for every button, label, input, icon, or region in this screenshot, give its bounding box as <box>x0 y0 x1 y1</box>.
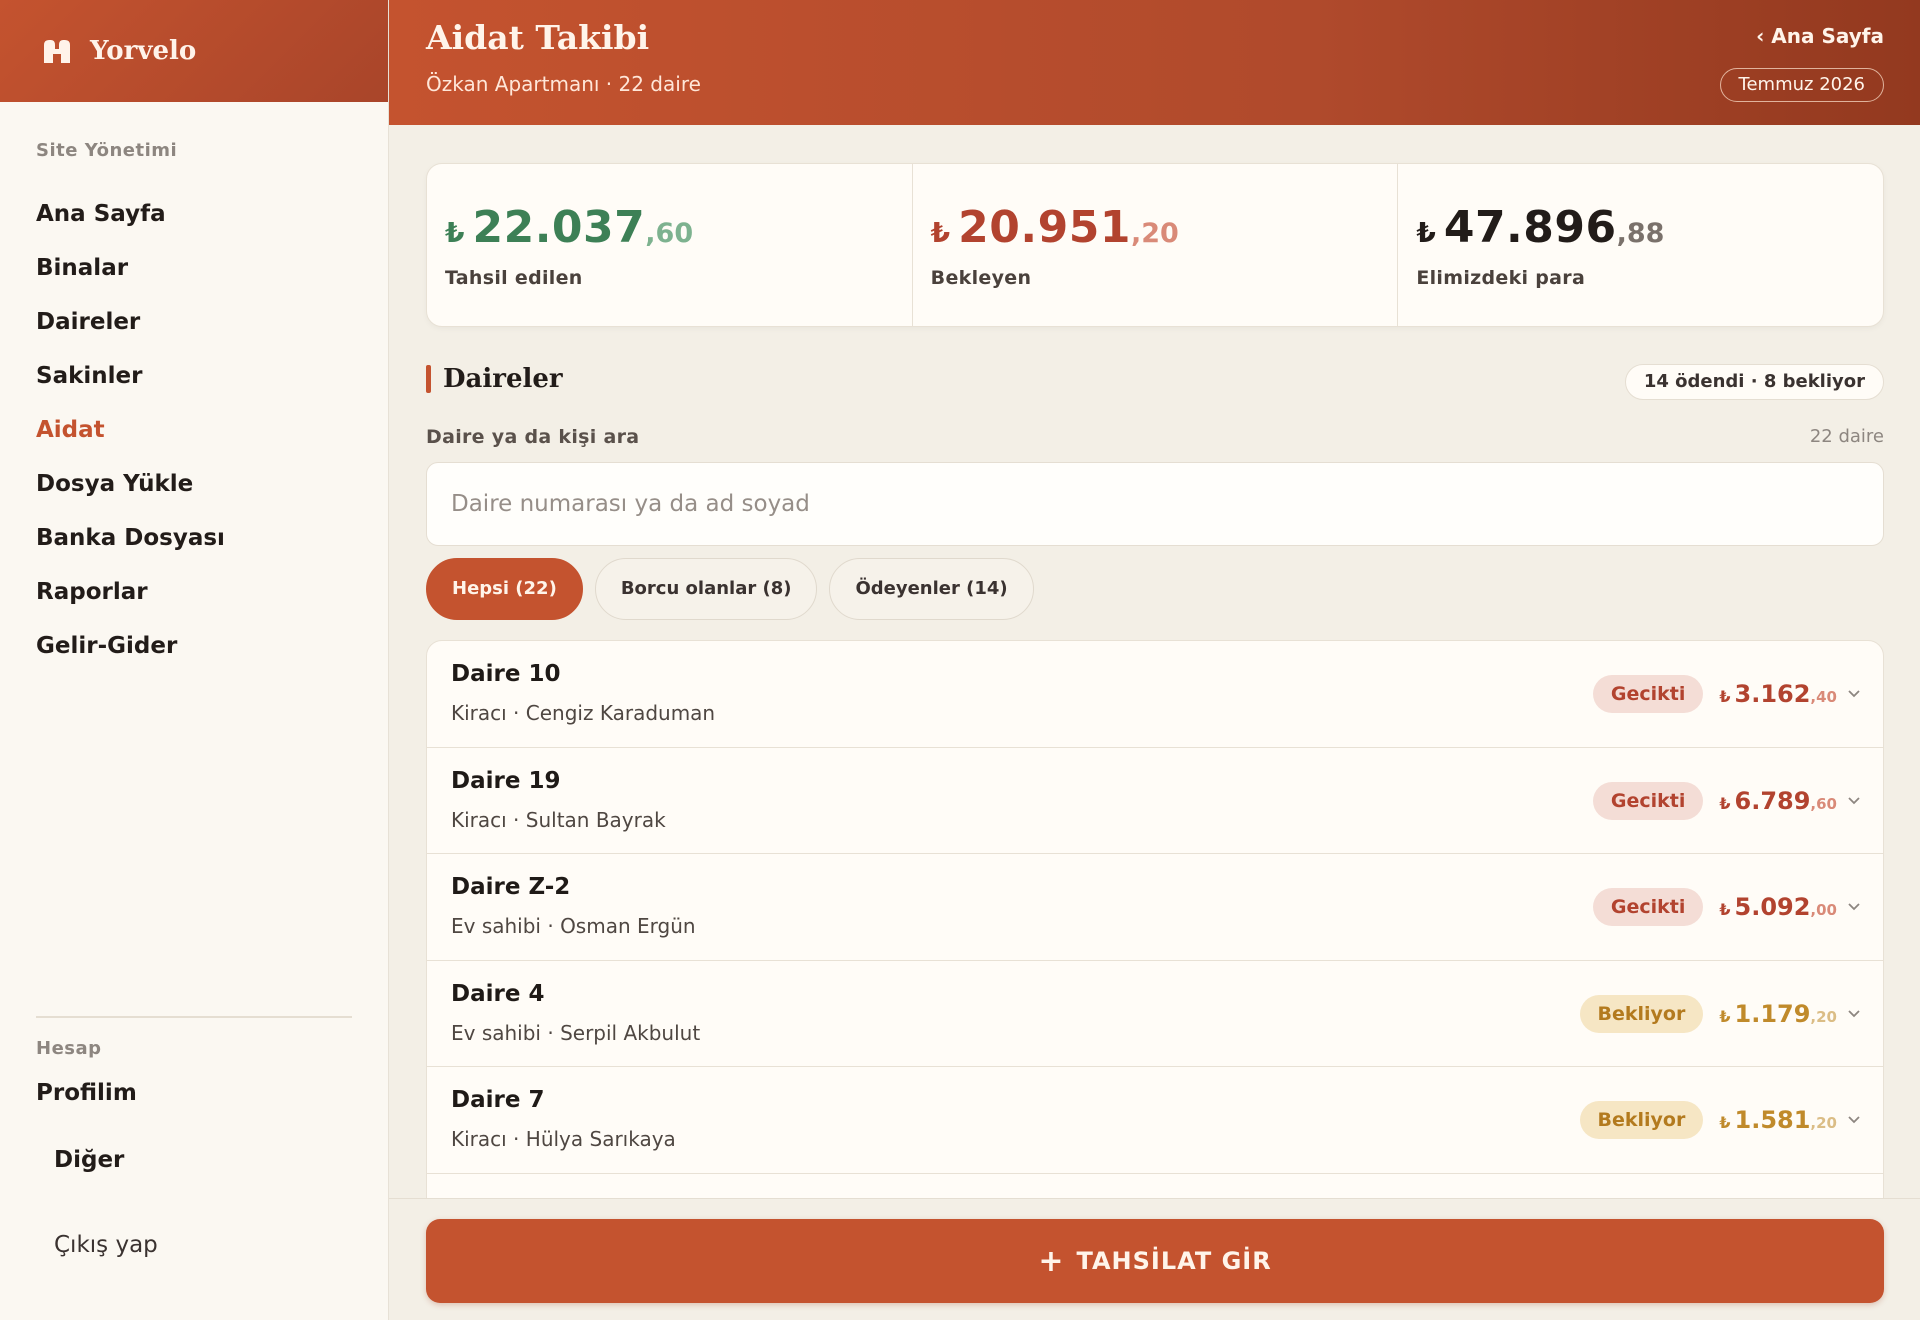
chevron-down-icon[interactable] <box>1847 1009 1861 1019</box>
action-footer: + TAHSİLAT GİR <box>389 1198 1920 1320</box>
brand-bar[interactable]: Yorvelo <box>0 0 388 102</box>
list-item[interactable]: Daire 7 Kiracı · Hülya Sarıkaya Bekliyor… <box>427 1067 1883 1174</box>
amount-integer: 1.179 <box>1734 999 1811 1028</box>
sidebar-item-ana-sayfa[interactable]: Ana Sayfa <box>0 187 388 241</box>
section-title: Daireler <box>443 364 563 394</box>
sidebar-item-gelir-gider[interactable]: Gelir-Gider <box>0 619 388 673</box>
other-link[interactable]: Diğer <box>54 1147 124 1173</box>
stat-cash-on-hand: ₺ 47.896 ,88 Elimizdeki para <box>1398 164 1883 326</box>
sidebar-item-dosya-yukle[interactable]: Dosya Yükle <box>0 457 388 511</box>
amount-due: ₺ 1.179 ,20 <box>1719 1000 1837 1028</box>
currency-symbol: ₺ <box>445 216 465 249</box>
status-badge: Bekliyor <box>1579 1101 1704 1139</box>
chevron-down-icon[interactable] <box>1847 689 1861 699</box>
amount-decimal: ,60 <box>1810 794 1837 813</box>
amount-integer: 3.162 <box>1734 680 1811 708</box>
amount-integer: 1.581 <box>1734 1106 1811 1134</box>
amount-due: ₺ 6.789 ,60 <box>1719 787 1837 815</box>
stat-amount-decimal: ,60 <box>645 218 694 249</box>
currency-symbol: ₺ <box>1719 1113 1731 1132</box>
list-item[interactable]: Daire 10 Kiracı · Cengiz Karaduman Gecik… <box>427 641 1883 748</box>
list-item[interactable]: Daire 19 Kiracı · Sultan Bayrak Gecikti … <box>427 748 1883 854</box>
record-payment-button[interactable]: + TAHSİLAT GİR <box>426 1219 1884 1303</box>
search-label: Daire ya da kişi ara <box>426 426 640 448</box>
status-badge: Gecikti <box>1592 675 1704 713</box>
currency-symbol: ₺ <box>1719 1006 1731 1026</box>
chevron-down-icon[interactable] <box>1847 1115 1861 1125</box>
amount-due: ₺ 5.092 ,00 <box>1719 893 1837 921</box>
sidebar-item-sakinler[interactable]: Sakinler <box>0 349 388 403</box>
list-item[interactable]: Daire Z-2 Ev sahibi · Osman Ergün Gecikt… <box>427 854 1883 961</box>
stat-amount-integer: 47.896 <box>1443 202 1617 253</box>
page-title: Aidat Takibi <box>426 18 650 57</box>
currency-symbol: ₺ <box>1719 687 1731 706</box>
stat-amount-decimal: ,88 <box>1616 218 1665 249</box>
search-input[interactable] <box>426 462 1884 546</box>
brand-name: Yorvelo <box>90 36 197 66</box>
currency-symbol: ₺ <box>1719 793 1731 813</box>
page-subtitle: Özkan Apartmanı · 22 daire <box>426 72 701 96</box>
page-header: Aidat Takibi Özkan Apartmanı · 22 daire … <box>389 0 1920 125</box>
sidebar: Yorvelo Site Yönetimi Ana Sayfa Binalar … <box>0 0 389 1320</box>
plus-icon: + <box>1038 1243 1065 1279</box>
amount-due: ₺ 1.581 ,20 <box>1719 1106 1837 1134</box>
sidebar-item-daireler[interactable]: Daireler <box>0 295 388 349</box>
sidebar-divider <box>36 1016 352 1018</box>
filter-chips: Hepsi (22) Borcu olanlar (8) Ödeyenler (… <box>426 558 1034 620</box>
filter-debtors[interactable]: Borcu olanlar (8) <box>594 558 818 620</box>
record-payment-label: TAHSİLAT GİR <box>1076 1247 1272 1275</box>
amount-decimal: ,40 <box>1810 688 1837 706</box>
section-heading: Daireler <box>426 364 563 394</box>
stat-label: Elimizdeki para <box>1416 267 1586 289</box>
currency-symbol: ₺ <box>930 216 951 249</box>
building-logo-icon <box>44 40 70 63</box>
period-selector[interactable]: Temmuz 2026 <box>1719 68 1884 102</box>
amount-integer: 6.789 <box>1734 786 1811 815</box>
sidebar-item-raporlar[interactable]: Raporlar <box>0 565 388 619</box>
stat-label: Bekleyen <box>930 267 1032 289</box>
stat-label: Tahsil edilen <box>445 267 583 289</box>
chevron-down-icon[interactable] <box>1847 902 1861 912</box>
amount-decimal: ,20 <box>1810 1007 1837 1026</box>
amount-decimal: ,20 <box>1810 1114 1837 1132</box>
list-item[interactable]: Daire 4 Ev sahibi · Serpil Akbulut Bekli… <box>427 961 1883 1067</box>
logout-link[interactable]: Çıkış yap <box>54 1232 158 1258</box>
sidebar-nav: Ana Sayfa Binalar Daireler Sakinler Aida… <box>0 187 388 673</box>
sidebar-item-banka-dosyasi[interactable]: Banka Dosyası <box>0 511 388 565</box>
unit-count: 22 daire <box>1809 426 1884 447</box>
stat-amount-decimal: ,20 <box>1130 218 1179 249</box>
currency-symbol: ₺ <box>1719 900 1731 919</box>
currency-symbol: ₺ <box>1416 216 1436 249</box>
profile-link[interactable]: Profilim <box>36 1080 137 1106</box>
amount-decimal: ,00 <box>1810 901 1837 919</box>
filter-paid[interactable]: Ödeyenler (14) <box>829 558 1034 620</box>
status-badge: Gecikti <box>1592 888 1704 926</box>
filter-all[interactable]: Hepsi (22) <box>426 558 583 620</box>
payment-count-badge: 14 ödendi · 8 bekliyor <box>1624 364 1884 400</box>
status-badge: Gecikti <box>1592 781 1704 820</box>
stat-pending: ₺ 20.951 ,20 Bekleyen <box>913 164 1399 326</box>
stat-amount-integer: 20.951 <box>958 202 1131 253</box>
summary-stats: ₺ 22.037 ,60 Tahsil edilen ₺ 20.951 ,20 … <box>426 163 1884 327</box>
chevron-down-icon[interactable] <box>1847 796 1861 806</box>
stat-collected: ₺ 22.037 ,60 Tahsil edilen <box>427 164 913 326</box>
account-section-label: Hesap <box>36 1038 102 1059</box>
status-badge: Bekliyor <box>1579 994 1704 1033</box>
sidebar-item-binalar[interactable]: Binalar <box>0 241 388 295</box>
sidebar-section-label: Site Yönetimi <box>36 140 178 161</box>
back-to-home-link[interactable]: ‹ Ana Sayfa <box>1756 24 1884 48</box>
unit-list: Daire 10 Kiracı · Cengiz Karaduman Gecik… <box>426 640 1884 1200</box>
sidebar-item-aidat[interactable]: Aidat <box>0 403 388 457</box>
accent-bar <box>426 365 431 393</box>
amount-due: ₺ 3.162 ,40 <box>1719 680 1837 708</box>
stat-amount-integer: 22.037 <box>472 202 646 253</box>
amount-integer: 5.092 <box>1734 893 1811 921</box>
